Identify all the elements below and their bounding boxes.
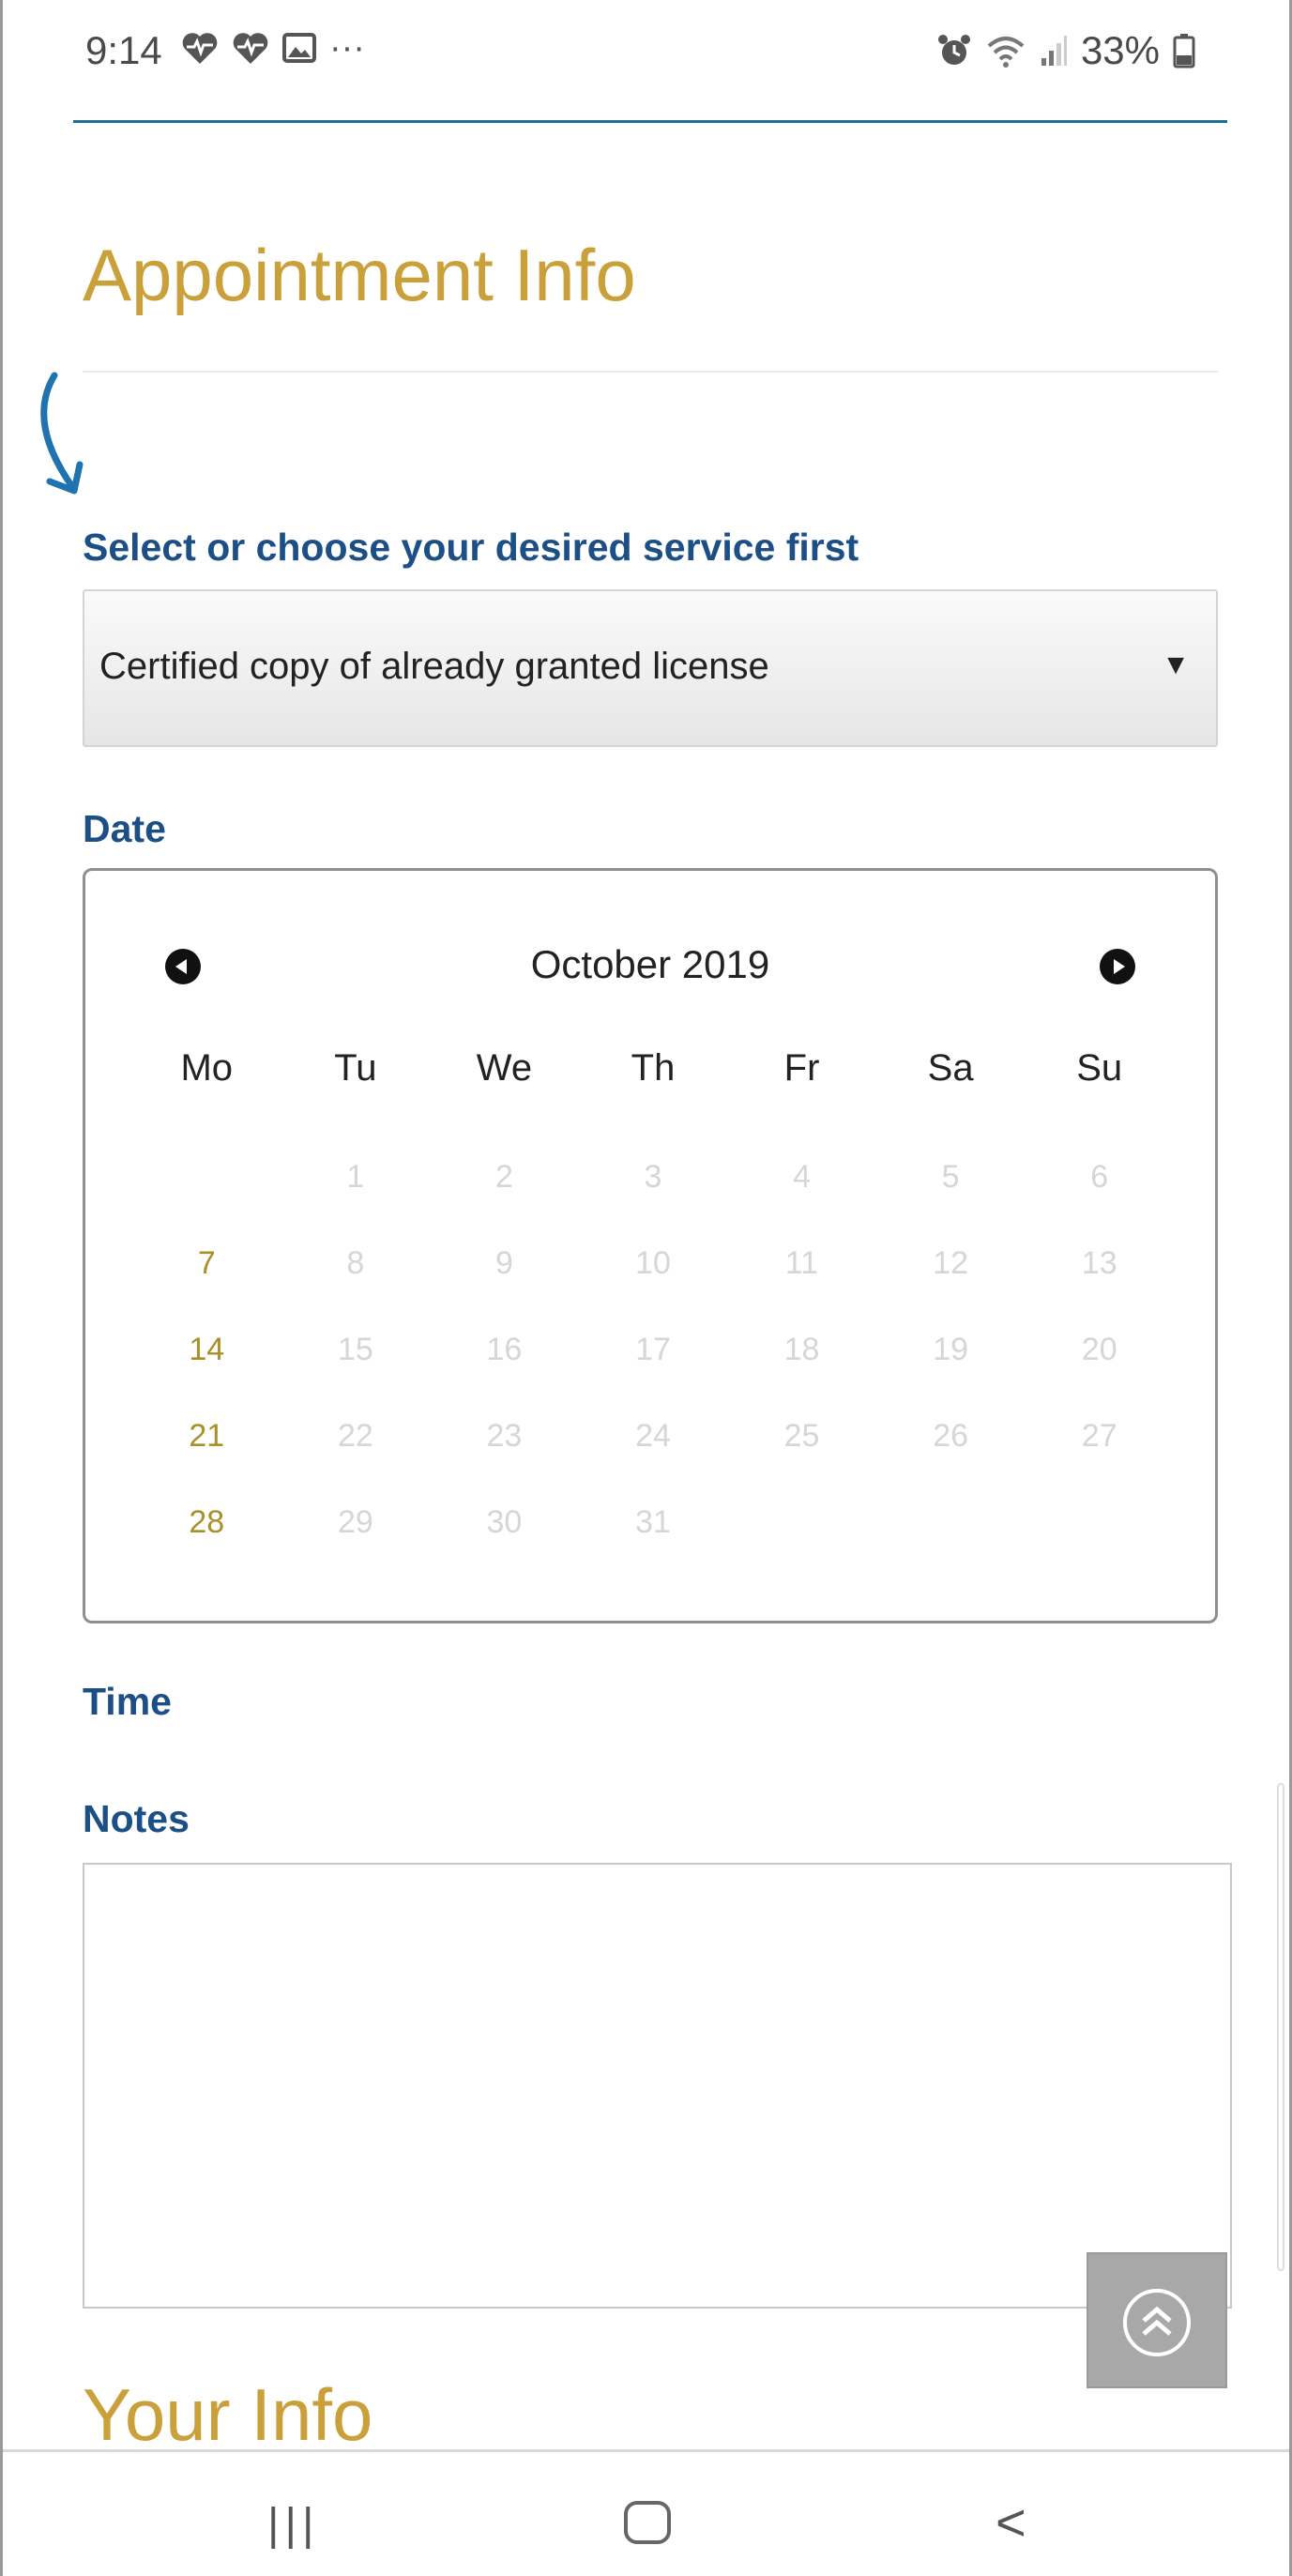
calendar-day-disabled: 3: [644, 1159, 662, 1195]
notes-textarea[interactable]: [83, 1863, 1232, 2309]
service-select[interactable]: Certified copy of already granted licens…: [83, 589, 1218, 747]
calendar-day-disabled: 26: [933, 1418, 969, 1454]
navigation-bar: ||| <: [3, 2449, 1289, 2576]
calendar-day-disabled: 31: [635, 1504, 671, 1540]
calendar-day-disabled: 17: [635, 1332, 671, 1367]
alarm-icon: [937, 35, 970, 65]
caret-down-icon: ▼: [1162, 649, 1190, 680]
weekday-header: Sa: [927, 1047, 974, 1089]
recents-icon[interactable]: |||: [267, 2499, 319, 2551]
calendar-day-disabled: 20: [1081, 1332, 1117, 1367]
calendar-day-available[interactable]: 21: [132, 1393, 281, 1479]
next-month-icon[interactable]: [1100, 949, 1135, 984]
home-icon[interactable]: [624, 2501, 671, 2544]
calendar-day-disabled: 30: [486, 1504, 523, 1540]
service-label: Select or choose your desired service fi…: [83, 526, 859, 569]
heart-pulse-icon: [233, 33, 268, 64]
weekday-header: Mo: [180, 1047, 234, 1089]
time-label: Time: [83, 1680, 172, 1723]
calendar-grid: Mo Tu We Th Fr Sa Su 1 2 3 4 5 6 7 8 9 10 11 12 13 14 15 16 17 1…: [132, 1040, 1174, 1565]
calendar-day-available[interactable]: 28: [132, 1479, 281, 1565]
date-label: Date: [83, 807, 166, 850]
appointment-info-heading: Appointment Info: [83, 234, 636, 316]
signal-icon: [1041, 36, 1067, 66]
calendar-empty-cell: [132, 1134, 281, 1220]
calendar-day-disabled: 15: [337, 1332, 373, 1367]
battery-icon: [1173, 34, 1195, 69]
calendar-day-disabled: 18: [783, 1332, 820, 1367]
calendar-day-disabled: 24: [635, 1418, 671, 1454]
weekday-header: Fr: [783, 1047, 820, 1089]
weekday-header: Su: [1076, 1047, 1123, 1089]
status-bar: 9:14 ··· 33%: [3, 0, 1289, 113]
weekday-header: Th: [631, 1047, 676, 1089]
calendar-day-disabled: 29: [337, 1504, 373, 1540]
curved-arrow-icon: [40, 372, 84, 495]
phone-screen: 9:14 ··· 33% Appointment Info Select or …: [0, 0, 1292, 2576]
scrollbar[interactable]: [1277, 1783, 1284, 2271]
heart-pulse-icon: [182, 33, 218, 64]
wifi-icon: [987, 37, 1025, 68]
scroll-to-top-button[interactable]: [1087, 2252, 1227, 2388]
calendar-day-disabled: 25: [783, 1418, 820, 1454]
calendar-day-disabled: 4: [793, 1159, 812, 1195]
calendar-day-disabled: 6: [1090, 1159, 1109, 1195]
back-icon[interactable]: <: [996, 2492, 1026, 2553]
calendar-day-disabled: 23: [486, 1418, 523, 1454]
calendar-day-disabled: 19: [933, 1332, 969, 1367]
calendar-day-disabled: 13: [1081, 1245, 1117, 1281]
calendar-day-disabled: 2: [494, 1159, 513, 1195]
more-dots-icon: ···: [329, 28, 365, 68]
calendar-day-available[interactable]: 7: [132, 1220, 281, 1306]
calendar-day-disabled: 22: [337, 1418, 373, 1454]
calendar-day-disabled: 8: [346, 1245, 365, 1281]
service-select-value: Certified copy of already granted licens…: [99, 646, 769, 687]
your-info-heading: Your Info: [83, 2373, 373, 2456]
calendar-day-disabled: 5: [941, 1159, 960, 1195]
calendar-day-disabled: 11: [784, 1245, 819, 1281]
calendar-day-available[interactable]: 14: [132, 1306, 281, 1393]
status-system-icons: 33%: [936, 28, 1195, 73]
battery-percent: 33%: [1080, 28, 1160, 72]
double-chevron-up-icon: [1123, 2289, 1191, 2356]
calendar-day-disabled: 9: [494, 1245, 513, 1281]
date-picker: October 2019 Mo Tu We Th Fr Sa Su 1 2 3 4 5 6 7 8 9 10 11…: [83, 868, 1218, 1623]
weekday-header: Tu: [334, 1047, 377, 1089]
image-icon: [282, 33, 316, 63]
status-time: 9:14: [85, 28, 162, 72]
calendar-day-disabled: 16: [486, 1332, 523, 1367]
notes-label: Notes: [83, 1797, 190, 1840]
calendar-day-disabled: 27: [1081, 1418, 1117, 1454]
status-notification-icons: ···: [181, 28, 365, 68]
calendar-day-disabled: 10: [635, 1245, 671, 1281]
header-divider: [73, 120, 1227, 123]
calendar-month: October 2019: [530, 942, 770, 986]
calendar-day-disabled: 12: [933, 1245, 969, 1281]
calendar-day-disabled: 1: [346, 1159, 365, 1195]
weekday-header: We: [476, 1047, 533, 1089]
heading-divider: [83, 371, 1218, 373]
